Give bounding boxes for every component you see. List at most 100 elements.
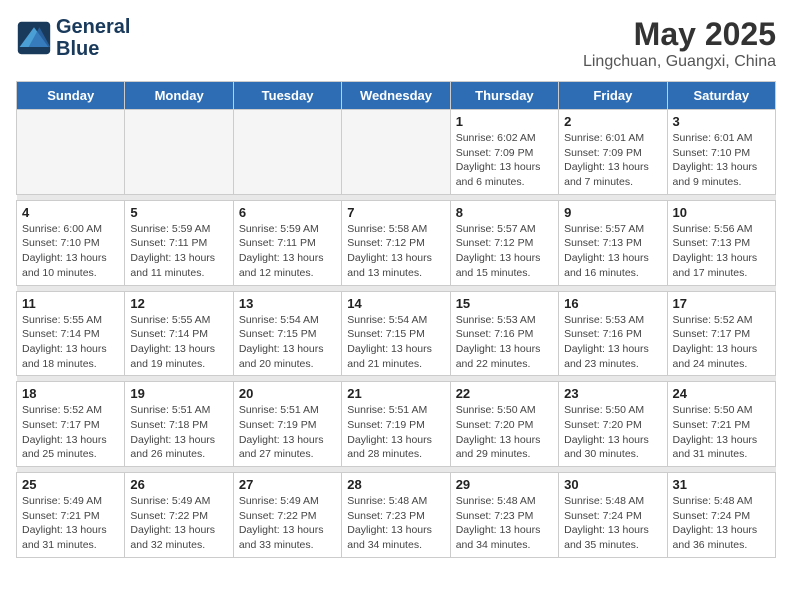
calendar-cell: 29Sunrise: 5:48 AM Sunset: 7:23 PM Dayli… [450,473,558,558]
calendar-cell: 24 Sunrise: 5:50 AM Sunset: 7:21 PM Dayli… [667,382,775,467]
day-info: Sunrise: 5:59 AM Sunset: 7:11 PM Dayligh… [130,222,227,281]
day-info: Sunrise: 5:48 AM Sunset: 7:23 PM Dayligh… [456,494,553,553]
calendar-cell [125,110,233,195]
day-info: Sunrise: 5:53 AM Sunset: 7:16 PM Dayligh… [456,313,553,372]
month-year: May 2025 [583,16,776,53]
day-info: Sunrise: 5:53 AM Sunset: 7:16 PM Dayligh… [564,313,661,372]
day-info: Sunrise: 5:48 AM Sunset: 7:24 PM Dayligh… [673,494,770,553]
calendar-cell: 12 Sunrise: 5:55 AM Sunset: 7:14 PM Dayli… [125,291,233,376]
day-info: Sunrise: 5:48 AM Sunset: 7:23 PM Dayligh… [347,494,444,553]
calendar-cell: 14 Sunrise: 5:54 AM Sunset: 7:15 PM Dayli… [342,291,450,376]
day-number: 7 [347,205,444,220]
calendar-cell: 2Sunrise: 6:01 AM Sunset: 7:09 PM Daylig… [559,110,667,195]
weekday-header-tuesday: Tuesday [233,82,341,110]
day-info: Sunrise: 5:56 AM Sunset: 7:13 PM Dayligh… [673,222,770,281]
calendar-cell: 28 Sunrise: 5:48 AM Sunset: 7:23 PM Dayli… [342,473,450,558]
weekday-header-friday: Friday [559,82,667,110]
day-info: Sunrise: 5:55 AM Sunset: 7:14 PM Dayligh… [22,313,119,372]
calendar-cell: 5Sunrise: 5:59 AM Sunset: 7:11 PM Daylig… [125,200,233,285]
week-row-1: 1 Sunrise: 6:02 AM Sunset: 7:09 PM Daylig… [17,110,776,195]
calendar-cell: 17 Sunrise: 5:52 AM Sunset: 7:17 PM Dayli… [667,291,775,376]
header: General Blue May 2025 Lingchuan, Guangxi… [16,16,776,71]
day-number: 9 [564,205,661,220]
weekday-header-saturday: Saturday [667,82,775,110]
day-number: 28 [347,477,444,492]
day-info: Sunrise: 5:52 AM Sunset: 7:17 PM Dayligh… [673,313,770,372]
day-info: Sunrise: 5:54 AM Sunset: 7:15 PM Dayligh… [239,313,336,372]
calendar-cell: 3 Sunrise: 6:01 AM Sunset: 7:10 PM Daylig… [667,110,775,195]
day-info: Sunrise: 6:01 AM Sunset: 7:10 PM Dayligh… [673,131,770,190]
calendar-cell: 16 Sunrise: 5:53 AM Sunset: 7:16 PM Dayli… [559,291,667,376]
day-info: Sunrise: 5:49 AM Sunset: 7:22 PM Dayligh… [130,494,227,553]
day-info: Sunrise: 5:51 AM Sunset: 7:19 PM Dayligh… [347,403,444,462]
day-number: 10 [673,205,770,220]
day-info: Sunrise: 6:02 AM Sunset: 7:09 PM Dayligh… [456,131,553,190]
day-number: 19 [130,386,227,401]
calendar-cell: 7 Sunrise: 5:58 AM Sunset: 7:12 PM Daylig… [342,200,450,285]
day-number: 18 [22,386,119,401]
calendar-cell: 9Sunrise: 5:57 AM Sunset: 7:13 PM Daylig… [559,200,667,285]
calendar-cell: 31 Sunrise: 5:48 AM Sunset: 7:24 PM Dayli… [667,473,775,558]
day-number: 15 [456,296,553,311]
day-info: Sunrise: 5:55 AM Sunset: 7:14 PM Dayligh… [130,313,227,372]
calendar-cell: 19 Sunrise: 5:51 AM Sunset: 7:18 PM Dayli… [125,382,233,467]
calendar-cell: 20Sunrise: 5:51 AM Sunset: 7:19 PM Dayli… [233,382,341,467]
calendar-cell [233,110,341,195]
location: Lingchuan, Guangxi, China [583,53,776,71]
weekday-header-sunday: Sunday [17,82,125,110]
day-number: 24 [673,386,770,401]
calendar-cell: 11 Sunrise: 5:55 AM Sunset: 7:14 PM Dayli… [17,291,125,376]
day-number: 4 [22,205,119,220]
weekday-header-monday: Monday [125,82,233,110]
calendar-cell: 23Sunrise: 5:50 AM Sunset: 7:20 PM Dayli… [559,382,667,467]
day-info: Sunrise: 5:58 AM Sunset: 7:12 PM Dayligh… [347,222,444,281]
calendar-cell: 21 Sunrise: 5:51 AM Sunset: 7:19 PM Dayli… [342,382,450,467]
calendar-cell: 18Sunrise: 5:52 AM Sunset: 7:17 PM Dayli… [17,382,125,467]
weekday-header-thursday: Thursday [450,82,558,110]
week-row-5: 25Sunrise: 5:49 AM Sunset: 7:21 PM Dayli… [17,473,776,558]
logo-icon [16,20,52,56]
calendar-cell: 25Sunrise: 5:49 AM Sunset: 7:21 PM Dayli… [17,473,125,558]
day-number: 12 [130,296,227,311]
week-row-3: 11 Sunrise: 5:55 AM Sunset: 7:14 PM Dayli… [17,291,776,376]
calendar-cell: 26 Sunrise: 5:49 AM Sunset: 7:22 PM Dayli… [125,473,233,558]
calendar-cell: 10 Sunrise: 5:56 AM Sunset: 7:13 PM Dayli… [667,200,775,285]
day-info: Sunrise: 5:57 AM Sunset: 7:12 PM Dayligh… [456,222,553,281]
calendar-cell: 6Sunrise: 5:59 AM Sunset: 7:11 PM Daylig… [233,200,341,285]
calendar-cell: 4 Sunrise: 6:00 AM Sunset: 7:10 PM Daylig… [17,200,125,285]
day-info: Sunrise: 5:49 AM Sunset: 7:22 PM Dayligh… [239,494,336,553]
day-number: 31 [673,477,770,492]
day-number: 14 [347,296,444,311]
day-info: Sunrise: 6:00 AM Sunset: 7:10 PM Dayligh… [22,222,119,281]
calendar-cell: 1 Sunrise: 6:02 AM Sunset: 7:09 PM Daylig… [450,110,558,195]
calendar-cell: 22Sunrise: 5:50 AM Sunset: 7:20 PM Dayli… [450,382,558,467]
day-number: 11 [22,296,119,311]
weekday-header-wednesday: Wednesday [342,82,450,110]
calendar-table: SundayMondayTuesdayWednesdayThursdayFrid… [16,81,776,558]
day-number: 16 [564,296,661,311]
day-number: 6 [239,205,336,220]
day-info: Sunrise: 5:49 AM Sunset: 7:21 PM Dayligh… [22,494,119,553]
day-info: Sunrise: 5:50 AM Sunset: 7:20 PM Dayligh… [564,403,661,462]
day-info: Sunrise: 5:54 AM Sunset: 7:15 PM Dayligh… [347,313,444,372]
day-number: 1 [456,114,553,129]
calendar-cell [17,110,125,195]
calendar-cell: 13Sunrise: 5:54 AM Sunset: 7:15 PM Dayli… [233,291,341,376]
day-number: 8 [456,205,553,220]
calendar-cell: 30Sunrise: 5:48 AM Sunset: 7:24 PM Dayli… [559,473,667,558]
day-number: 3 [673,114,770,129]
day-info: Sunrise: 5:51 AM Sunset: 7:18 PM Dayligh… [130,403,227,462]
day-number: 22 [456,386,553,401]
title-area: May 2025 Lingchuan, Guangxi, China [583,16,776,71]
calendar-cell [342,110,450,195]
day-number: 17 [673,296,770,311]
day-info: Sunrise: 6:01 AM Sunset: 7:09 PM Dayligh… [564,131,661,190]
day-number: 21 [347,386,444,401]
day-number: 30 [564,477,661,492]
week-row-2: 4 Sunrise: 6:00 AM Sunset: 7:10 PM Daylig… [17,200,776,285]
day-number: 26 [130,477,227,492]
day-info: Sunrise: 5:51 AM Sunset: 7:19 PM Dayligh… [239,403,336,462]
day-number: 27 [239,477,336,492]
day-info: Sunrise: 5:50 AM Sunset: 7:21 PM Dayligh… [673,403,770,462]
logo-text: General Blue [56,16,130,60]
